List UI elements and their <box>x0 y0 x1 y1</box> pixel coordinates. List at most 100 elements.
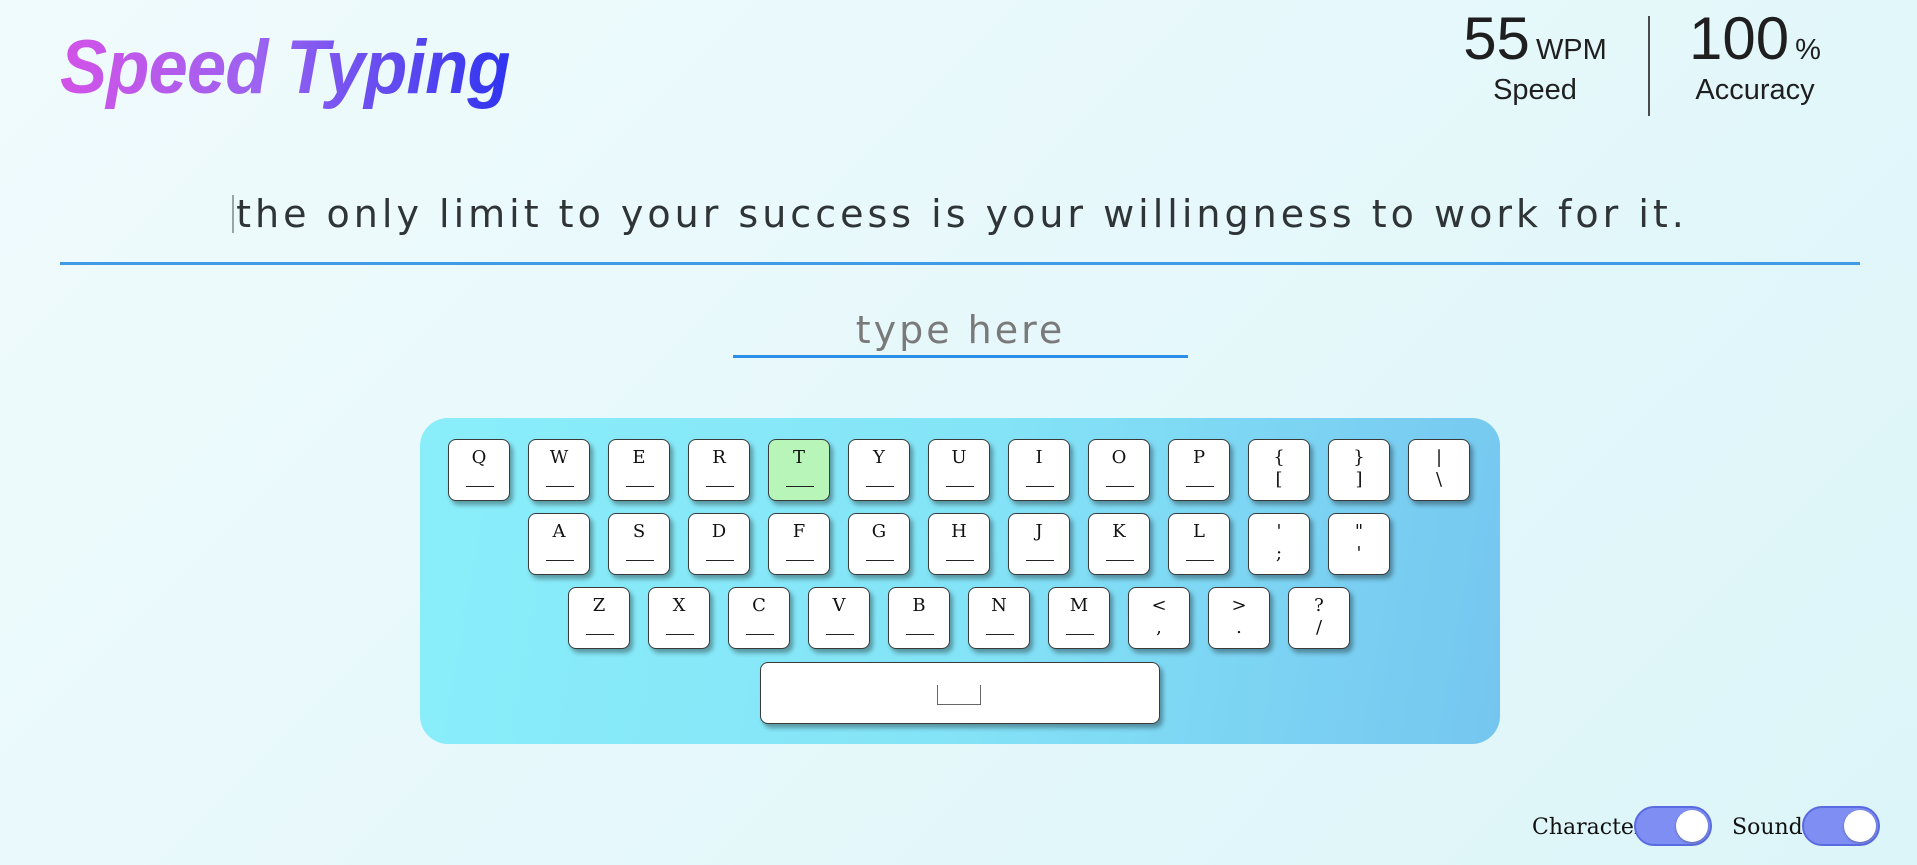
key-d[interactable]: D <box>688 513 750 575</box>
speed-stat: 55 WPM Speed <box>1455 6 1615 107</box>
key-label: V <box>832 595 846 616</box>
key-underline <box>986 634 1014 635</box>
key-label: B <box>912 595 926 616</box>
key-label: S <box>632 521 646 542</box>
key-underline <box>706 486 734 487</box>
speed-value: 55 <box>1463 5 1530 72</box>
key-label: | <box>1435 447 1443 468</box>
key-label: < <box>1151 595 1167 616</box>
key-label: " <box>1354 521 1364 542</box>
key-e[interactable]: E <box>608 439 670 501</box>
sound-toggle-label: Sound <box>1732 815 1803 840</box>
key-secondary-label: \ <box>1435 469 1443 490</box>
key-r[interactable]: R <box>688 439 750 501</box>
key-label: } <box>1353 447 1365 468</box>
key-secondary-label: [ <box>1275 469 1283 490</box>
key-n[interactable]: N <box>968 587 1030 649</box>
accuracy-value: 100 <box>1689 5 1790 72</box>
key-sym-0-10[interactable]: {[ <box>1248 439 1310 501</box>
stats-divider <box>1648 16 1650 116</box>
key-underline <box>1066 634 1094 635</box>
key-label: { <box>1273 447 1285 468</box>
key-label: N <box>991 595 1007 616</box>
key-underline <box>466 486 494 487</box>
key-z[interactable]: Z <box>568 587 630 649</box>
key-label: Y <box>873 447 885 468</box>
key-label: U <box>951 447 967 468</box>
key-j[interactable]: J <box>1008 513 1070 575</box>
key-t[interactable]: T <box>768 439 830 501</box>
key-label: F <box>792 521 806 542</box>
key-label: D <box>711 521 727 542</box>
accuracy-stat: 100% Accuracy <box>1680 6 1830 107</box>
key-x[interactable]: X <box>648 587 710 649</box>
sound-toggle[interactable] <box>1802 806 1880 846</box>
key-sym-0-12[interactable]: | \ <box>1408 439 1470 501</box>
key-label: A <box>552 521 566 542</box>
key-underline <box>946 560 974 561</box>
key-underline <box>706 560 734 561</box>
key-underline <box>906 634 934 635</box>
key-label: K <box>1112 521 1126 542</box>
key-label: ? <box>1314 595 1324 616</box>
key-underline <box>946 486 974 487</box>
key-space[interactable] <box>760 662 1160 724</box>
key-label: E <box>632 447 646 468</box>
key-v[interactable]: V <box>808 587 870 649</box>
key-q[interactable]: Q <box>448 439 510 501</box>
app-logo-title: Speed Typing <box>60 18 511 118</box>
key-underline <box>786 486 814 487</box>
key-underline <box>1106 560 1134 561</box>
key-label: C <box>752 595 766 616</box>
key-h[interactable]: H <box>928 513 990 575</box>
key-secondary-label: . <box>1236 617 1242 638</box>
key-underline <box>1026 486 1054 487</box>
key-underline <box>1186 560 1214 561</box>
key-underline <box>1106 486 1134 487</box>
key-secondary-label: ' <box>1356 543 1362 564</box>
key-underline <box>546 560 574 561</box>
key-y[interactable]: Y <box>848 439 910 501</box>
key-l[interactable]: L <box>1168 513 1230 575</box>
key-c[interactable]: C <box>728 587 790 649</box>
key-secondary-label: ] <box>1355 469 1363 490</box>
key-w[interactable]: W <box>528 439 590 501</box>
key-sym-2-7[interactable]: <, <box>1128 587 1190 649</box>
typing-input[interactable] <box>733 305 1188 358</box>
text-caret <box>232 195 235 233</box>
key-k[interactable]: K <box>1088 513 1150 575</box>
space-icon <box>937 685 981 705</box>
key-label: T <box>792 447 805 468</box>
key-sym-1-10[interactable]: " ' <box>1328 513 1390 575</box>
key-a[interactable]: A <box>528 513 590 575</box>
speed-unit: WPM <box>1535 34 1607 66</box>
key-sym-0-11[interactable]: }] <box>1328 439 1390 501</box>
key-underline <box>786 560 814 561</box>
key-label: I <box>1035 447 1043 468</box>
key-f[interactable]: F <box>768 513 830 575</box>
speed-value-row: 55 WPM <box>1455 6 1615 72</box>
key-underline <box>586 634 614 635</box>
key-label: W <box>549 447 569 468</box>
key-label: ' <box>1276 521 1282 542</box>
key-u[interactable]: U <box>928 439 990 501</box>
key-i[interactable]: I <box>1008 439 1070 501</box>
key-underline <box>866 560 894 561</box>
key-g[interactable]: G <box>848 513 910 575</box>
key-label: O <box>1111 447 1127 468</box>
key-sym-2-8[interactable]: >. <box>1208 587 1270 649</box>
key-s[interactable]: S <box>608 513 670 575</box>
key-o[interactable]: O <box>1088 439 1150 501</box>
key-underline <box>1186 486 1214 487</box>
key-p[interactable]: P <box>1168 439 1230 501</box>
character-toggle[interactable] <box>1634 806 1712 846</box>
key-b[interactable]: B <box>888 587 950 649</box>
sound-toggle-knob <box>1844 810 1876 842</box>
key-underline <box>666 634 694 635</box>
key-secondary-label: ; <box>1275 543 1283 564</box>
key-label: H <box>951 521 967 542</box>
key-sym-2-9[interactable]: ? / <box>1288 587 1350 649</box>
key-sym-1-9[interactable]: '; <box>1248 513 1310 575</box>
target-quote: the only limit to your success is your w… <box>60 192 1860 236</box>
key-m[interactable]: M <box>1048 587 1110 649</box>
